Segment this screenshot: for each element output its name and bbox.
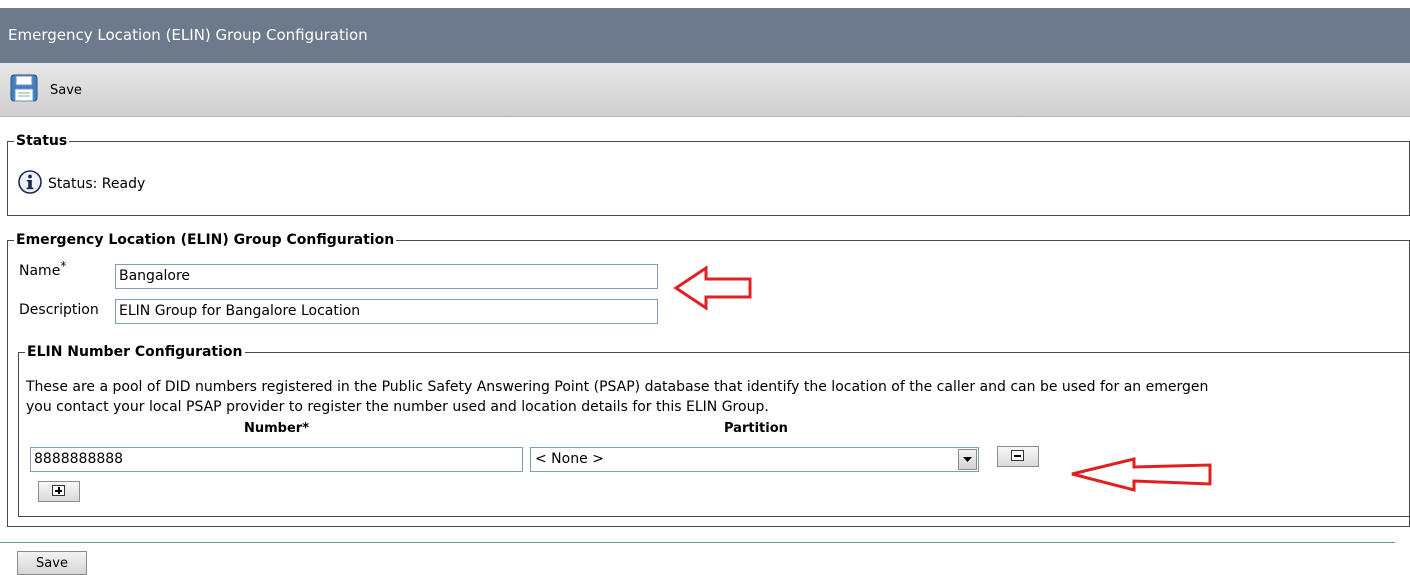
floppy-disk-icon (10, 74, 38, 106)
add-row-button[interactable] (38, 481, 80, 502)
toolbar-save-label: Save (50, 82, 82, 98)
status-text: Status: Ready (48, 176, 146, 192)
info-icon (18, 170, 42, 198)
required-marker: * (60, 259, 67, 273)
save-button[interactable]: Save (17, 551, 87, 575)
partition-select-value: < None > (535, 451, 604, 467)
chevron-down-icon[interactable] (958, 449, 977, 470)
elin-number-legend: ELIN Number Configuration (27, 344, 243, 360)
partition-select[interactable]: < None > (530, 447, 979, 472)
name-input[interactable]: Bangalore (115, 264, 658, 289)
elin-description-line2: you contact your local PSAP provider to … (26, 399, 769, 415)
elin-description-line1: These are a pool of DID numbers register… (26, 379, 1209, 395)
description-label: Description (19, 302, 99, 318)
name-label: Name* (19, 259, 66, 279)
minus-icon (1011, 450, 1024, 461)
status-legend: Status (16, 133, 68, 149)
annotation-arrow-left-icon (673, 265, 752, 311)
elin-group-legend: Emergency Location (ELIN) Group Configur… (16, 232, 395, 248)
status-section: Status Status: Ready (7, 134, 1410, 216)
toolbar-save-button[interactable]: Save (10, 74, 82, 106)
description-input[interactable]: ELIN Group for Bangalore Location (115, 299, 658, 324)
annotation-arrow-left-icon (1071, 457, 1212, 492)
remove-row-button[interactable] (997, 446, 1039, 467)
toolbar: Save (0, 63, 1410, 117)
plus-icon (52, 485, 65, 496)
name-label-text: Name (19, 263, 61, 279)
top-strip (0, 0, 1410, 8)
number-column-header: Number* (244, 421, 310, 436)
partition-column-header: Partition (724, 421, 788, 436)
divider (0, 542, 1395, 543)
elin-number-input[interactable]: 8888888888 (30, 447, 523, 472)
status-row: Status: Ready (18, 170, 145, 198)
page-title: Emergency Location (ELIN) Group Configur… (0, 8, 1410, 63)
